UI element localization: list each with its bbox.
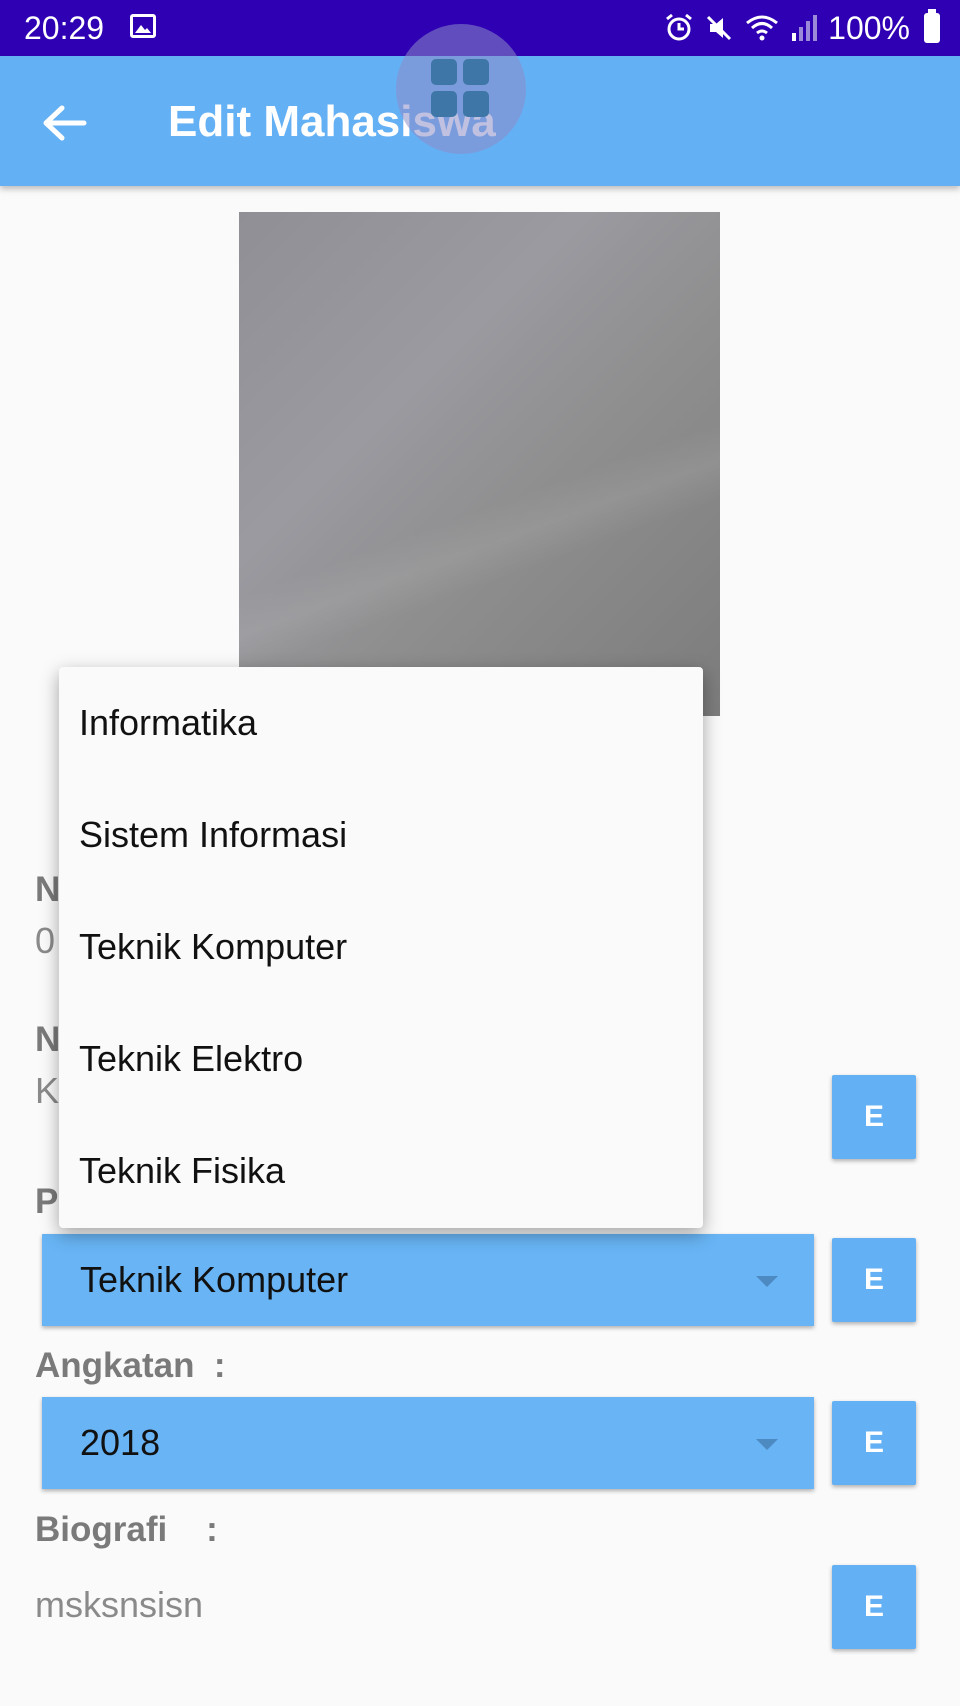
- prodi-dropdown-menu: Informatika Sistem Informasi Teknik Komp…: [59, 667, 703, 1228]
- battery-icon: [924, 9, 940, 43]
- dropdown-arrow-icon: [756, 1276, 778, 1287]
- back-button[interactable]: [36, 98, 94, 148]
- nama-label: N: [35, 1020, 61, 1059]
- grid-icon-cell: [431, 91, 457, 117]
- edit-angkatan-button[interactable]: E: [832, 1401, 916, 1485]
- grid-icon: [431, 59, 457, 85]
- biografi-value: msksnsisn: [35, 1584, 204, 1625]
- dropdown-option-label: Informatika: [79, 702, 258, 743]
- prodi-spinner-value: Teknik Komputer: [80, 1259, 349, 1300]
- wifi-icon: [746, 15, 779, 41]
- dropdown-option[interactable]: Teknik Elektro: [59, 1003, 703, 1115]
- grid-icon-cell: [463, 91, 489, 117]
- mute-icon: [707, 15, 732, 41]
- nama-value: K: [35, 1070, 60, 1111]
- nim-label: N: [35, 870, 61, 909]
- battery-percent: 100%: [828, 9, 910, 46]
- angkatan-spinner[interactable]: 2018: [42, 1397, 814, 1489]
- floating-launcher-button[interactable]: [396, 24, 526, 154]
- dropdown-option[interactable]: Sistem Informasi: [59, 779, 703, 891]
- dropdown-option[interactable]: Teknik Komputer: [59, 891, 703, 1003]
- edit-nama-button[interactable]: E: [832, 1075, 916, 1159]
- grid-icon-cell: [463, 59, 489, 85]
- angkatan-label: Angkatan :: [35, 1346, 226, 1385]
- prodi-spinner[interactable]: Teknik Komputer: [42, 1234, 814, 1326]
- dropdown-arrow-icon: [756, 1439, 778, 1450]
- nim-value: 0: [35, 920, 56, 961]
- angkatan-spinner-value: 2018: [80, 1422, 161, 1463]
- edit-biografi-button[interactable]: E: [832, 1565, 916, 1649]
- status-time: 20:29: [24, 10, 105, 46]
- edit-prodi-button[interactable]: E: [832, 1238, 916, 1322]
- biografi-label: Biografi :: [35, 1510, 218, 1549]
- arrow-left-icon: [43, 105, 87, 141]
- prodi-label: P: [35, 1182, 59, 1221]
- dropdown-option-label: Teknik Komputer: [79, 926, 348, 967]
- status-icons: 100%: [664, 8, 940, 48]
- dropdown-option-label: Teknik Elektro: [79, 1038, 304, 1079]
- gallery-icon: [130, 14, 156, 38]
- alarm-icon: [666, 13, 693, 41]
- signal-icon: [792, 15, 818, 41]
- dropdown-option-label: Sistem Informasi: [79, 814, 348, 855]
- dropdown-option[interactable]: Informatika: [59, 667, 703, 779]
- dropdown-option[interactable]: Teknik Fisika: [59, 1115, 703, 1227]
- dropdown-option-label: Teknik Fisika: [79, 1150, 286, 1191]
